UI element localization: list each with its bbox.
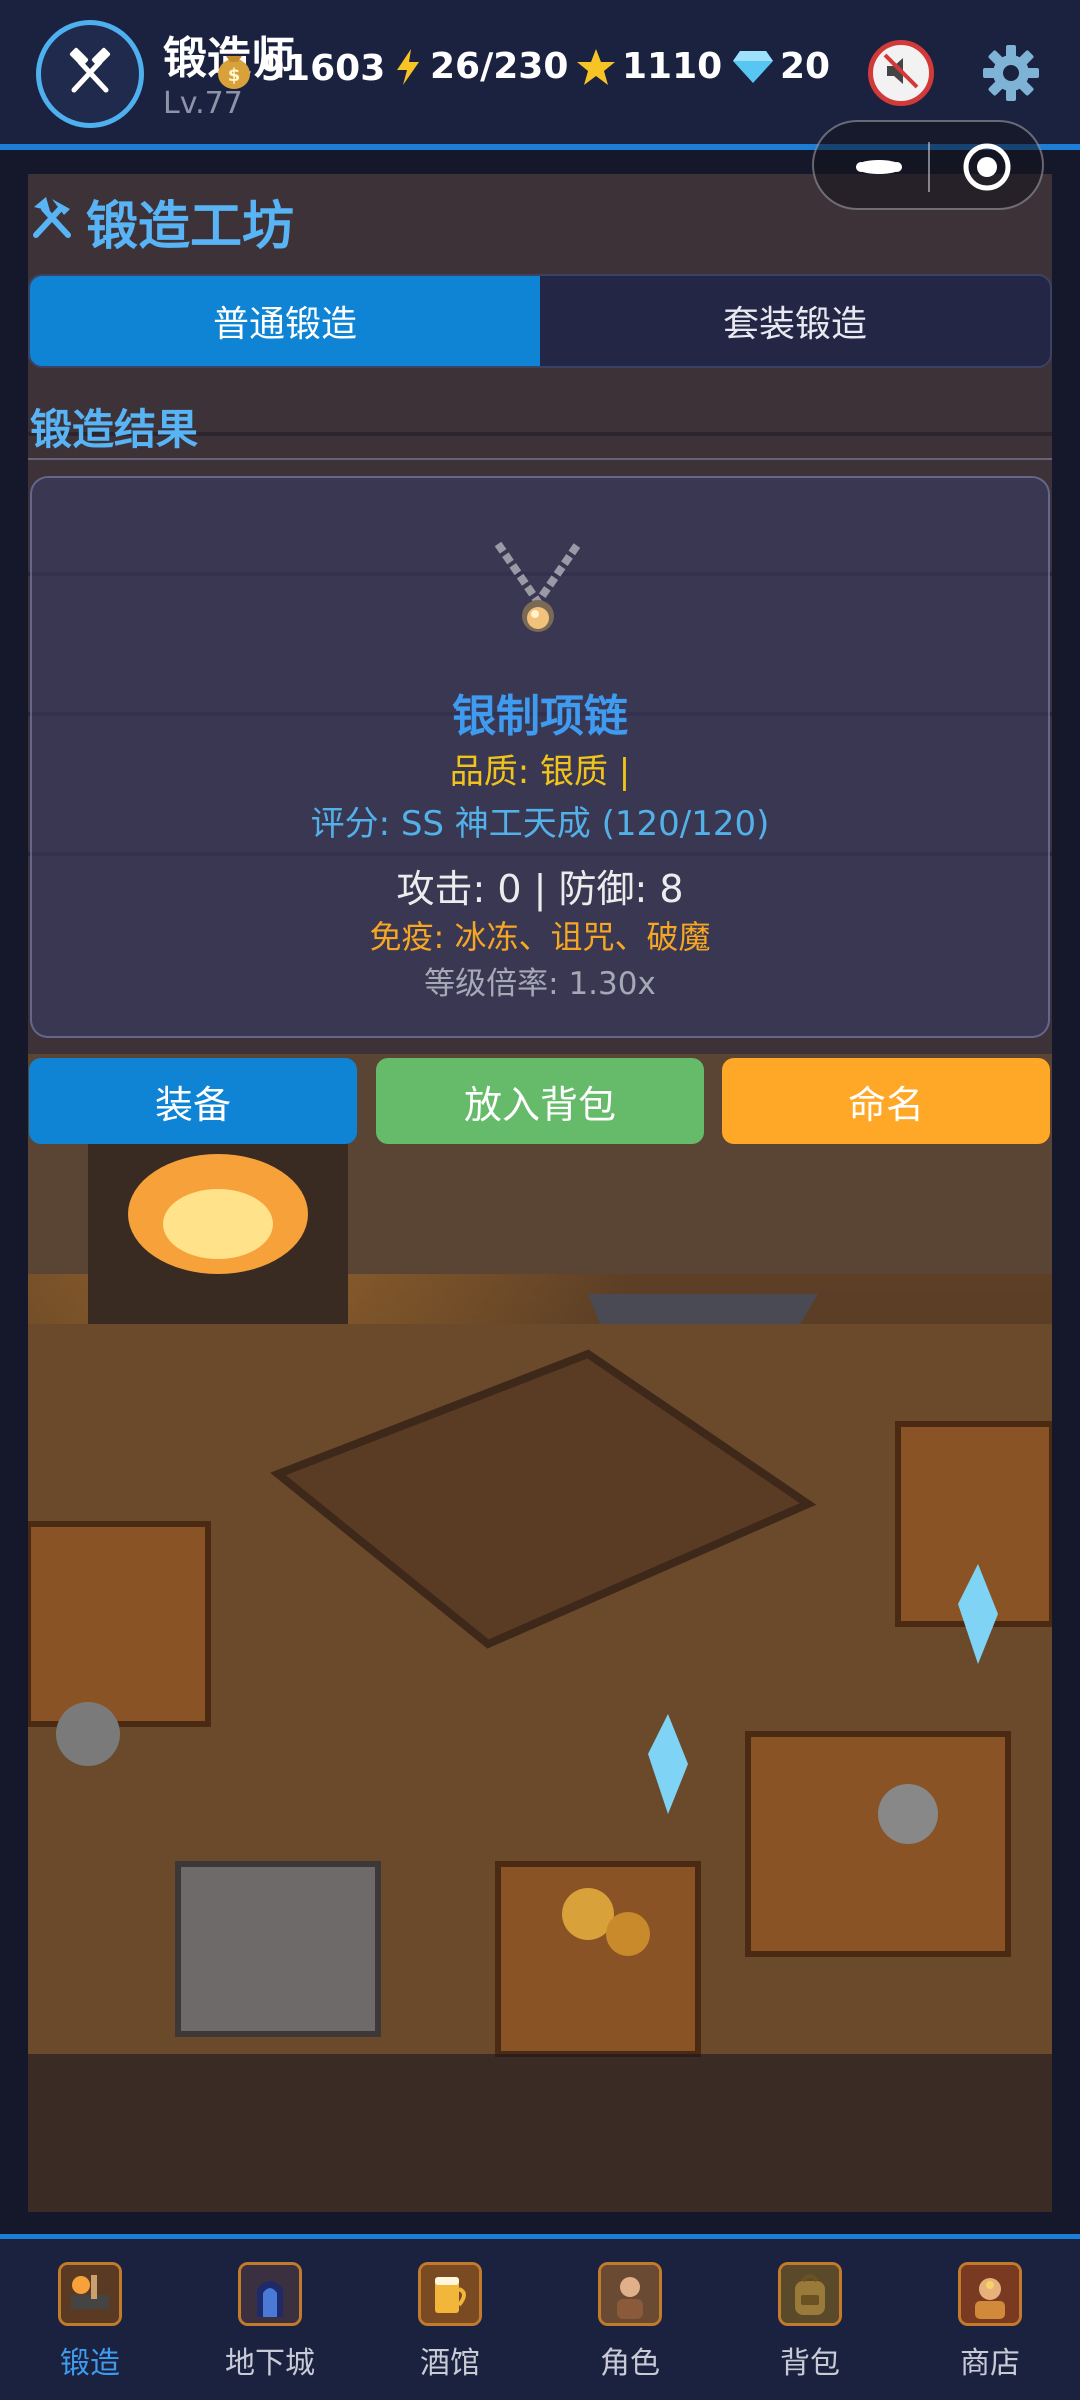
- nav-item-forge[interactable]: 锻造: [0, 2262, 180, 2382]
- player-avatar[interactable]: [36, 20, 144, 128]
- gear-icon: [981, 43, 1041, 107]
- result-section-title: 锻造结果: [30, 405, 199, 454]
- item-score: 评分: SS 神工天成 (120/120): [310, 804, 770, 844]
- gem-value: 20: [780, 46, 831, 87]
- item-level-rate: 等级倍率: 1.30x: [424, 966, 656, 1002]
- gold-counter: $ 91603: [214, 46, 385, 90]
- nav-label: 锻造: [60, 2346, 120, 2381]
- nav-label: 角色: [600, 2346, 660, 2381]
- rename-button[interactable]: 命名: [722, 1058, 1050, 1144]
- backpack-icon: [778, 2262, 842, 2326]
- capsule-divider: [928, 142, 930, 192]
- lightning-icon: [392, 47, 424, 87]
- nav-label: 商店: [960, 2346, 1020, 2381]
- star-icon: [576, 47, 616, 87]
- more-options-button[interactable]: [844, 142, 914, 192]
- shop-icon: [958, 2262, 1022, 2326]
- energy-counter: 26/230: [392, 46, 568, 87]
- nav-item-dungeon[interactable]: 地下城: [180, 2262, 360, 2382]
- mute-button[interactable]: [868, 40, 934, 106]
- item-quality: 品质: 银质 |: [449, 752, 631, 792]
- settings-button[interactable]: [976, 40, 1046, 110]
- more-dots-icon: [856, 160, 902, 174]
- star-value: 1110: [622, 46, 723, 87]
- character-icon: [598, 2262, 662, 2326]
- target-circle-icon: [962, 143, 1012, 196]
- dungeon-icon: [238, 2262, 302, 2326]
- nav-label: 酒馆: [420, 2346, 480, 2381]
- tab-set-forge[interactable]: 套装锻造: [540, 276, 1050, 366]
- nav-label: 地下城: [225, 2346, 315, 2381]
- item-immunity: 免疫: 冰冻、诅咒、破魔: [369, 918, 711, 956]
- necklace-icon: [458, 538, 618, 648]
- item-name: 银制项链: [452, 691, 628, 742]
- result-divider: [28, 458, 1052, 460]
- money-bag-icon: $: [214, 46, 254, 90]
- nav-item-backpack[interactable]: 背包: [720, 2262, 900, 2382]
- nav-label: 背包: [780, 2346, 840, 2381]
- close-miniprogram-button[interactable]: [962, 142, 1012, 192]
- workshop-title-text: 锻造工坊: [86, 197, 295, 257]
- bottom-nav-divider: [0, 2234, 1080, 2239]
- svg-text:$: $: [228, 65, 241, 86]
- energy-value: 26/230: [430, 46, 569, 87]
- store-in-bag-button[interactable]: 放入背包: [376, 1058, 704, 1144]
- forge-icon: [58, 2262, 122, 2326]
- workshop-title: 锻造工坊: [30, 184, 294, 259]
- star-counter: 1110: [576, 46, 722, 87]
- diamond-icon: [732, 49, 774, 85]
- hammer-pick-icon: [30, 192, 74, 252]
- gem-counter: 20: [732, 46, 830, 87]
- equip-button[interactable]: 装备: [29, 1058, 357, 1144]
- item-stats: 攻击: 0 | 防御: 8: [396, 867, 684, 911]
- nav-item-tavern[interactable]: 酒馆: [360, 2262, 540, 2382]
- miniprogram-capsule: [812, 120, 1044, 210]
- sound-muted-icon: [881, 51, 921, 95]
- forge-mode-tabs: 普通锻造 套装锻造: [28, 274, 1052, 368]
- tab-normal-forge[interactable]: 普通锻造: [30, 276, 540, 366]
- crossed-hammers-icon: [64, 46, 116, 102]
- tavern-icon: [418, 2262, 482, 2326]
- gold-value: 91603: [260, 47, 386, 89]
- nav-item-shop[interactable]: 商店: [900, 2262, 1080, 2382]
- nav-item-character[interactable]: 角色: [540, 2262, 720, 2382]
- player-level: Lv.77: [163, 86, 243, 121]
